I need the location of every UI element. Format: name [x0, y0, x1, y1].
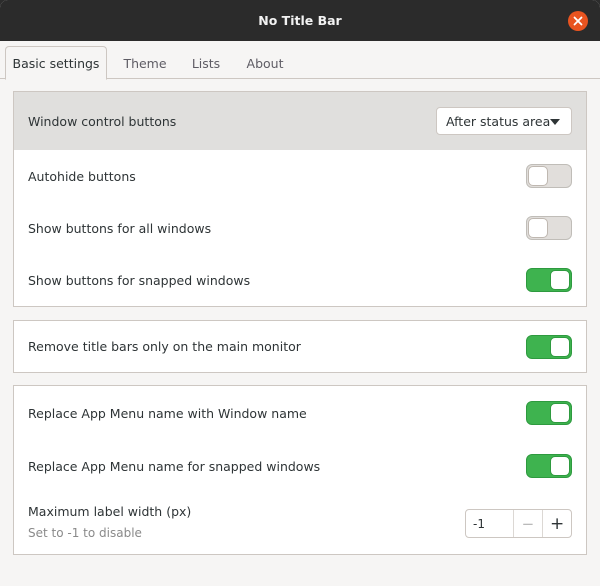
- row-show-buttons-all-windows: Show buttons for all windows: [14, 202, 586, 254]
- row-replace-window-name: Replace App Menu name with Window name: [14, 386, 586, 440]
- tab-label: About: [246, 55, 284, 71]
- show-buttons-snapped-label: Show buttons for snapped windows: [28, 272, 251, 288]
- close-icon: [573, 16, 583, 26]
- tab-label: Basic settings: [12, 55, 100, 71]
- window-buttons-frame: Window control buttons After status area…: [13, 91, 587, 307]
- row-replace-snapped: Replace App Menu name for snapped window…: [14, 440, 586, 492]
- row-autohide-buttons: Autohide buttons: [14, 150, 586, 202]
- max-label-width-spinbutton: -1 − +: [465, 509, 572, 538]
- increment-button[interactable]: +: [542, 510, 571, 537]
- max-label-width-label: Maximum label width (px): [28, 504, 192, 519]
- preferences-window: No Title Bar Basic settings Theme Lists …: [0, 0, 600, 586]
- tab-label: Theme: [123, 55, 167, 71]
- replace-snapped-switch[interactable]: [526, 454, 572, 478]
- row-max-label-width: Maximum label width (px) Set to -1 to di…: [14, 492, 586, 554]
- autohide-buttons-switch[interactable]: [526, 164, 572, 188]
- autohide-buttons-label: Autohide buttons: [28, 168, 136, 184]
- row-window-control-buttons: Window control buttons After status area: [14, 92, 586, 150]
- chevron-down-icon: [550, 119, 560, 125]
- tab-lists[interactable]: Lists: [183, 46, 229, 80]
- replace-snapped-label: Replace App Menu name for snapped window…: [28, 458, 321, 474]
- switch-knob: [550, 456, 570, 476]
- replace-window-name-label: Replace App Menu name with Window name: [28, 405, 307, 421]
- window-control-buttons-label: Window control buttons: [28, 113, 177, 129]
- minus-icon: −: [521, 514, 535, 533]
- row-main-monitor: Remove title bars only on the main monit…: [14, 321, 586, 372]
- plus-icon: +: [550, 513, 565, 534]
- tab-basic-settings[interactable]: Basic settings: [5, 46, 107, 80]
- decrement-button[interactable]: −: [514, 510, 543, 537]
- main-monitor-switch[interactable]: [526, 334, 572, 359]
- tab-bar: Basic settings Theme Lists About: [0, 41, 600, 80]
- switch-knob: [528, 166, 548, 186]
- show-buttons-snapped-switch[interactable]: [526, 268, 572, 292]
- close-button[interactable]: [568, 11, 588, 31]
- max-label-width-input[interactable]: -1: [466, 510, 514, 537]
- max-label-width-hint: Set to -1 to disable: [28, 526, 142, 540]
- tab-about[interactable]: About: [236, 46, 294, 80]
- main-monitor-label: Remove title bars only on the main monit…: [28, 339, 301, 354]
- switch-knob: [528, 218, 548, 238]
- replace-window-name-switch[interactable]: [526, 401, 572, 425]
- dropdown-value: After status area: [446, 113, 551, 129]
- app-menu-frame: Replace App Menu name with Window name R…: [13, 385, 587, 555]
- window-control-buttons-dropdown[interactable]: After status area: [436, 107, 572, 135]
- switch-knob: [550, 270, 570, 290]
- tab-label: Lists: [191, 55, 221, 71]
- show-buttons-all-windows-switch[interactable]: [526, 216, 572, 240]
- row-show-buttons-snapped: Show buttons for snapped windows: [14, 254, 586, 306]
- monitor-frame: Remove title bars only on the main monit…: [13, 320, 587, 373]
- show-buttons-all-windows-label: Show buttons for all windows: [28, 220, 212, 236]
- tab-theme[interactable]: Theme: [113, 46, 177, 80]
- window-title: No Title Bar: [258, 13, 342, 28]
- switch-knob: [550, 336, 570, 357]
- title-bar: No Title Bar: [0, 0, 600, 41]
- switch-knob: [550, 403, 570, 423]
